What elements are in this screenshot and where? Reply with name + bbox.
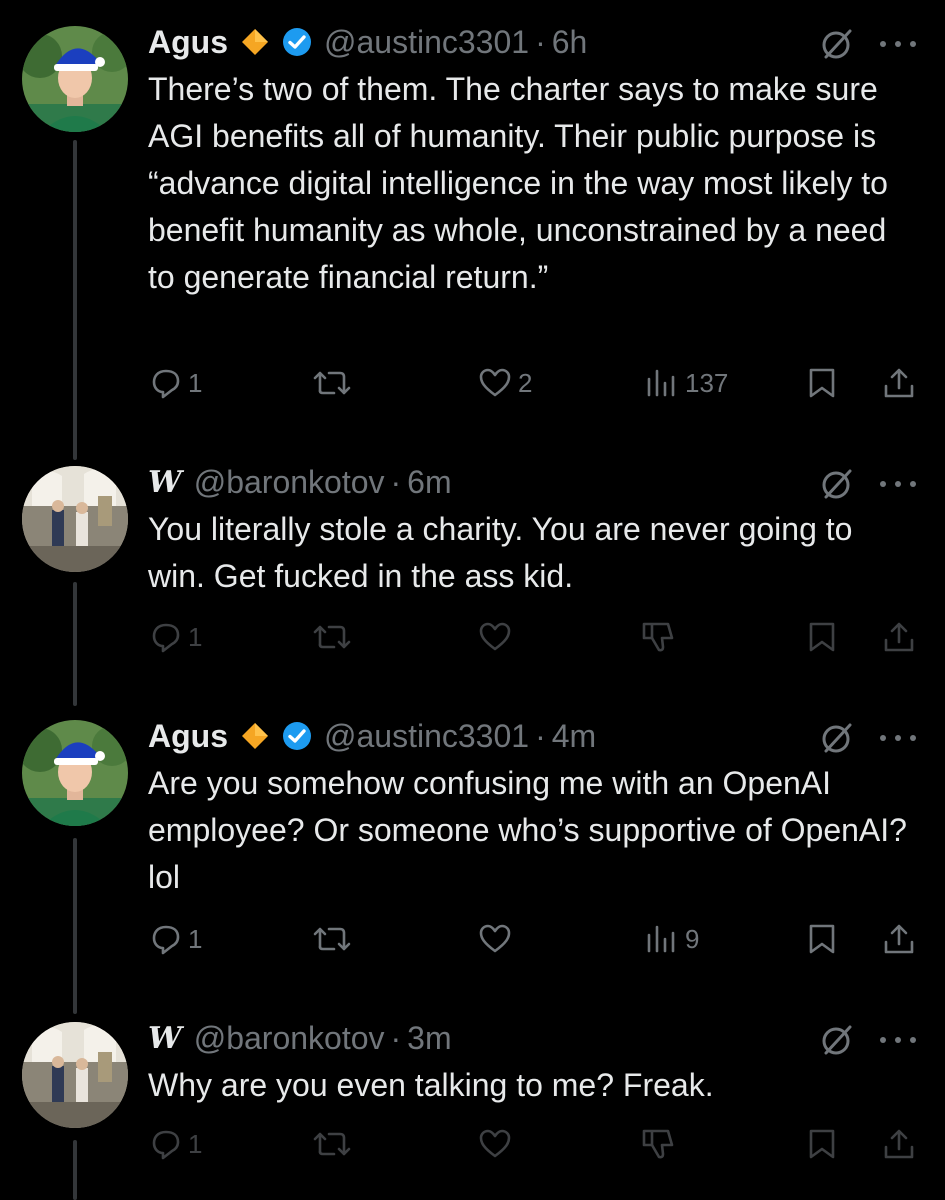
- tweet-text: There’s two of them. The charter says to…: [148, 71, 888, 295]
- avatar[interactable]: [22, 1022, 128, 1128]
- retweet-button[interactable]: [312, 617, 352, 657]
- bookmark-button[interactable]: [806, 919, 838, 959]
- grok-icon[interactable]: [820, 24, 854, 64]
- diamond-badge-icon: [240, 721, 270, 751]
- separator-dot: ·: [535, 23, 546, 60]
- heart-icon: [479, 368, 511, 397]
- reply-count: 1: [188, 621, 203, 652]
- more-icon[interactable]: [878, 24, 918, 64]
- tweet[interactable]: Agus @austinc3301 · 4m Are you somehow c…: [0, 714, 945, 974]
- author-handle[interactable]: @austinc3301: [324, 24, 529, 61]
- bookmark-icon: [809, 622, 835, 652]
- tweet-text: Are you somehow confusing me with an Ope…: [148, 765, 907, 895]
- timestamp[interactable]: 4m: [552, 718, 596, 755]
- views-icon: [647, 369, 675, 397]
- share-button[interactable]: [882, 363, 916, 403]
- reply-count: 1: [188, 367, 203, 398]
- tweet-actions: 1 2 137: [0, 363, 945, 403]
- views-button[interactable]: 9: [645, 919, 699, 959]
- more-icon[interactable]: [878, 1020, 918, 1060]
- author-name[interactable]: Agus: [148, 24, 228, 61]
- reply-button[interactable]: 1: [150, 919, 202, 959]
- like-button[interactable]: [478, 1124, 512, 1164]
- retweet-button[interactable]: [312, 363, 352, 403]
- tweet[interactable]: W @baronkotov · 6m You literally stole a…: [0, 460, 945, 670]
- thumbs-down-icon: [642, 1129, 674, 1159]
- thumbs-down-icon: [642, 622, 674, 652]
- share-icon: [884, 622, 914, 652]
- retweet-icon: [313, 927, 351, 951]
- retweet-icon: [313, 371, 351, 395]
- views-count: 137: [685, 367, 729, 398]
- reply-button[interactable]: 1: [150, 1124, 202, 1164]
- heart-icon: [479, 622, 511, 651]
- views-count: 9: [685, 923, 700, 954]
- verified-badge-icon: [282, 27, 312, 57]
- share-icon: [884, 1129, 914, 1159]
- bookmark-button[interactable]: [806, 1124, 838, 1164]
- retweet-icon: [313, 1132, 351, 1156]
- heart-icon: [479, 1129, 511, 1158]
- reply-icon: [152, 369, 180, 399]
- tweet-actions: 1: [0, 617, 945, 657]
- share-icon: [884, 924, 914, 954]
- reply-count: 1: [188, 923, 203, 954]
- retweet-icon: [313, 625, 351, 649]
- reply-button[interactable]: 1: [150, 363, 202, 403]
- author-handle[interactable]: @austinc3301: [324, 718, 529, 755]
- grok-icon[interactable]: [820, 718, 854, 758]
- avatar[interactable]: [22, 26, 128, 132]
- avatar[interactable]: [22, 720, 128, 826]
- bookmark-icon: [809, 1129, 835, 1159]
- tweet[interactable]: Agus @austinc3301 · 6h There’s two of th…: [0, 20, 945, 440]
- downvote-button[interactable]: [640, 617, 676, 657]
- author-name[interactable]: W: [148, 1021, 182, 1056]
- timestamp[interactable]: 6h: [552, 24, 588, 61]
- reply-count: 1: [188, 1128, 203, 1159]
- reply-button[interactable]: 1: [150, 617, 202, 657]
- views-icon: [647, 925, 675, 953]
- reply-icon: [152, 623, 180, 653]
- like-count: 2: [518, 367, 533, 398]
- share-button[interactable]: [882, 1124, 916, 1164]
- reply-icon: [152, 925, 180, 955]
- bookmark-icon: [809, 924, 835, 954]
- more-icon[interactable]: [878, 718, 918, 758]
- bookmark-button[interactable]: [806, 617, 838, 657]
- tweet-text: You literally stole a charity. You are n…: [148, 511, 853, 594]
- views-button[interactable]: 137: [645, 363, 728, 403]
- share-icon: [884, 368, 914, 398]
- timestamp[interactable]: 3m: [407, 1020, 451, 1057]
- share-button[interactable]: [882, 617, 916, 657]
- bookmark-icon: [809, 368, 835, 398]
- tweet-actions: 1 9: [0, 919, 945, 959]
- share-button[interactable]: [882, 919, 916, 959]
- timestamp[interactable]: 6m: [407, 464, 451, 501]
- separator-dot: ·: [535, 717, 546, 754]
- author-handle[interactable]: @baronkotov: [194, 1020, 385, 1057]
- retweet-button[interactable]: [312, 1124, 352, 1164]
- heart-icon: [479, 924, 511, 953]
- separator-dot: ·: [390, 463, 402, 500]
- tweet-text: Why are you even talking to me? Freak.: [148, 1067, 714, 1103]
- author-name[interactable]: W: [148, 465, 182, 500]
- tweet-actions: 1: [0, 1124, 945, 1164]
- reply-icon: [152, 1130, 180, 1160]
- author-handle[interactable]: @baronkotov: [194, 464, 385, 501]
- avatar[interactable]: [22, 466, 128, 572]
- grok-icon[interactable]: [820, 464, 854, 504]
- downvote-button[interactable]: [640, 1124, 676, 1164]
- separator-dot: ·: [390, 1019, 402, 1056]
- like-button[interactable]: 2: [478, 363, 532, 403]
- bookmark-button[interactable]: [806, 363, 838, 403]
- retweet-button[interactable]: [312, 919, 352, 959]
- more-icon[interactable]: [878, 464, 918, 504]
- like-button[interactable]: [478, 617, 512, 657]
- tweet[interactable]: W @baronkotov · 3m Why are you even talk…: [0, 1016, 945, 1200]
- author-name[interactable]: Agus: [148, 718, 228, 755]
- like-button[interactable]: [478, 919, 512, 959]
- grok-icon[interactable]: [820, 1020, 854, 1060]
- diamond-badge-icon: [240, 27, 270, 57]
- verified-badge-icon: [282, 721, 312, 751]
